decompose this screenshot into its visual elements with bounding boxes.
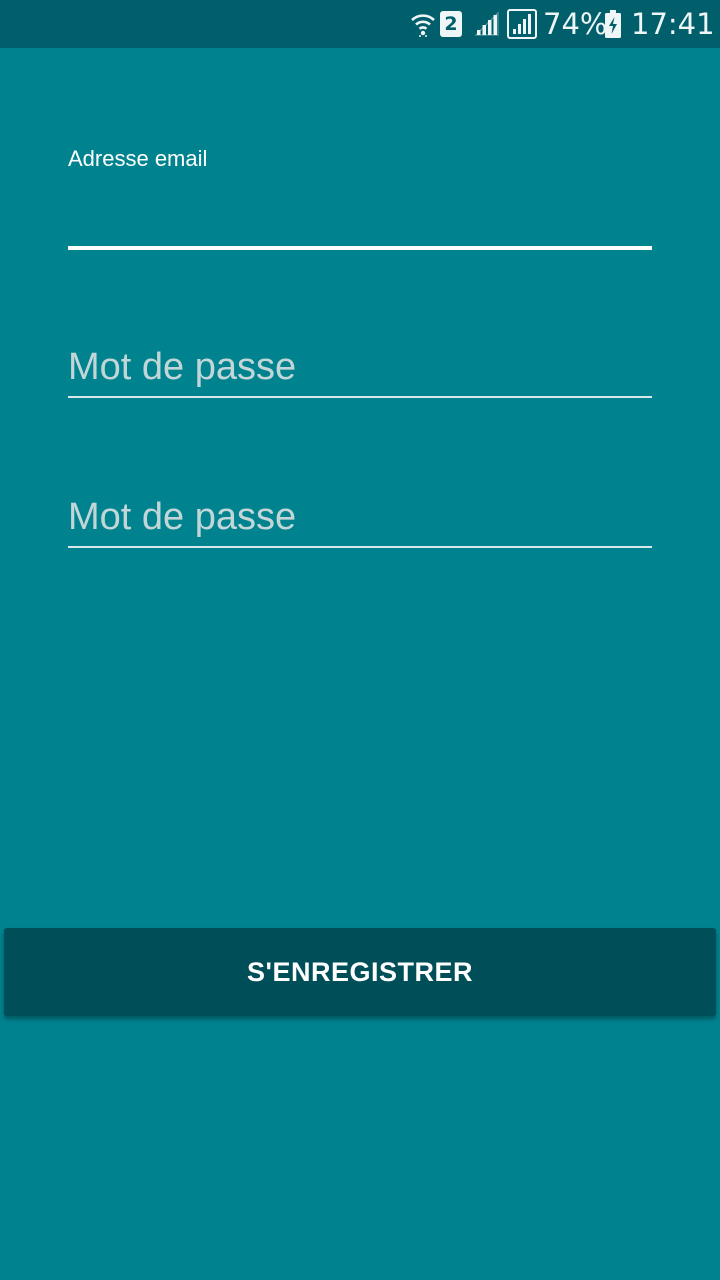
- register-button[interactable]: S'ENREGISTRER: [4, 928, 716, 1016]
- battery-percent: 74%: [543, 7, 608, 41]
- email-input[interactable]: [68, 190, 652, 246]
- confirm-password-underline: [68, 546, 652, 548]
- status-bar: 2 74% 17:41: [0, 0, 720, 48]
- password-underline: [68, 396, 652, 398]
- sim-badge: 2: [444, 13, 458, 35]
- confirm-password-input[interactable]: [68, 490, 652, 544]
- signal-icon: [472, 0, 500, 48]
- clock: 17:41: [631, 7, 715, 41]
- email-field[interactable]: Adresse email: [68, 146, 652, 252]
- email-underline: [68, 246, 652, 250]
- signal-icon: [507, 0, 537, 48]
- email-label: Adresse email: [68, 146, 208, 171]
- confirm-password-field[interactable]: [68, 486, 652, 550]
- wifi-icon: [410, 0, 436, 48]
- password-field[interactable]: [68, 336, 652, 400]
- sim-2-icon: 2: [440, 0, 462, 48]
- password-input[interactable]: [68, 340, 652, 394]
- battery-charging-icon: [605, 0, 621, 48]
- register-button-label: S'ENREGISTRER: [247, 956, 473, 987]
